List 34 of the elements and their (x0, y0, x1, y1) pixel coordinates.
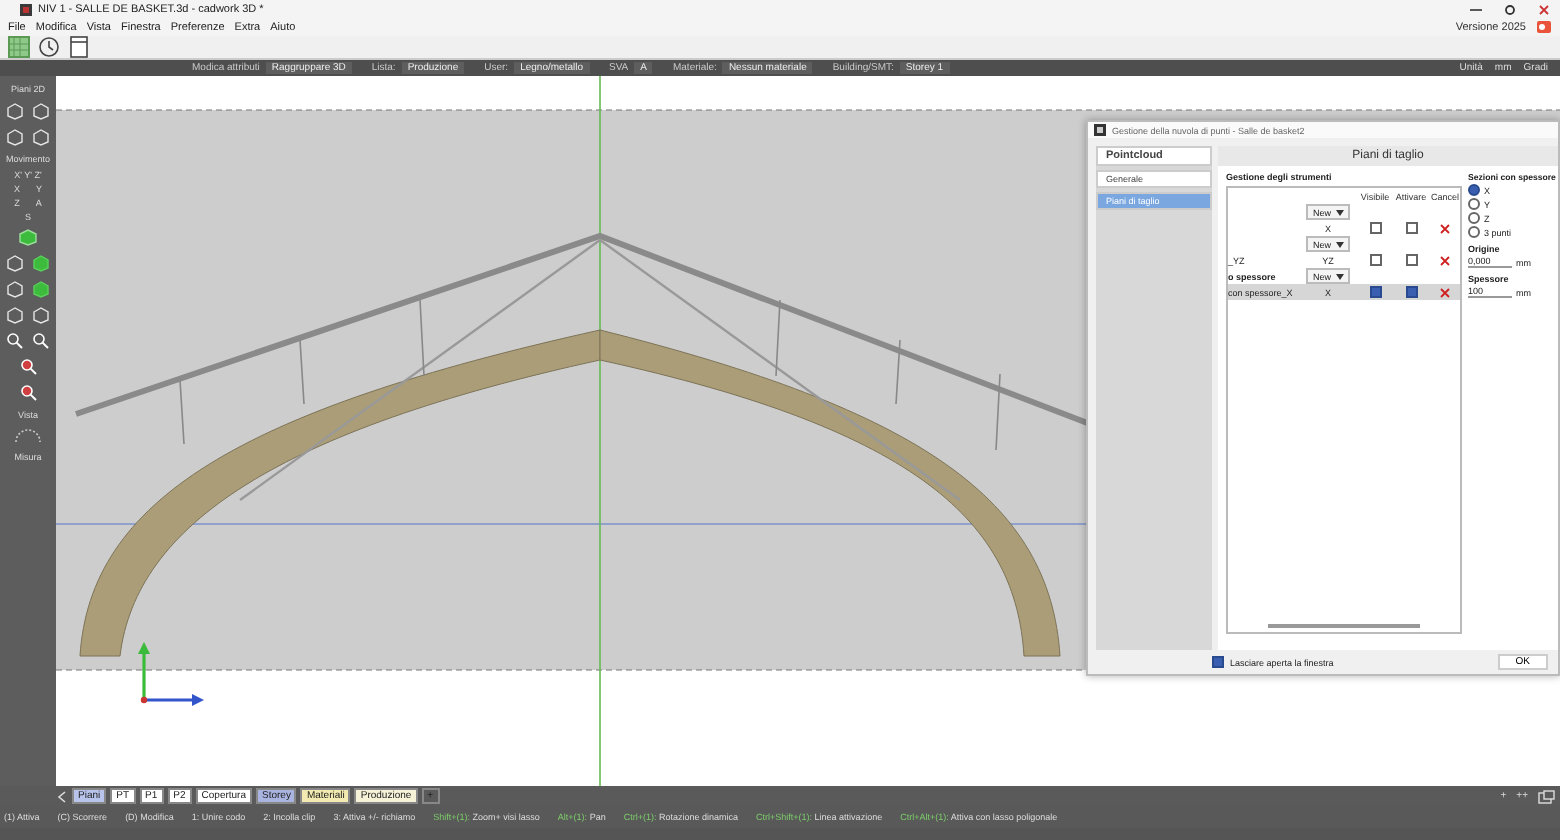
app-icon (1094, 124, 1106, 136)
badge-icon[interactable] (1536, 20, 1552, 34)
delete-icon[interactable] (1440, 223, 1450, 233)
radio-button[interactable] (1468, 184, 1480, 196)
checkbox[interactable] (1369, 254, 1381, 266)
magnifier-icon[interactable] (32, 332, 50, 350)
app-icon (20, 3, 32, 15)
chevron-left-icon[interactable] (56, 789, 68, 803)
delete-icon[interactable] (1440, 255, 1450, 265)
checkbox[interactable] (1212, 656, 1224, 668)
caret-icon[interactable] (1335, 209, 1343, 215)
arc-icon[interactable] (12, 428, 44, 444)
radio-button[interactable] (1468, 226, 1480, 238)
checkbox[interactable] (1369, 222, 1381, 234)
scrollbar[interactable] (1268, 624, 1420, 628)
magnifier-icon[interactable] (6, 332, 24, 350)
checkbox[interactable] (1405, 254, 1417, 266)
delete-icon[interactable] (1440, 287, 1450, 297)
caret-icon[interactable] (1335, 273, 1343, 279)
checkbox[interactable] (1405, 222, 1417, 234)
cube-icon[interactable] (16, 228, 40, 246)
close-icon[interactable] (1536, 3, 1552, 15)
minimize-icon[interactable] (1468, 3, 1484, 15)
axis-gizmo-drawing (138, 642, 204, 706)
checkbox[interactable] (1369, 286, 1381, 298)
checkbox[interactable] (1405, 286, 1417, 298)
caret-icon[interactable] (1335, 241, 1343, 247)
radio-button[interactable] (1468, 198, 1480, 210)
clock-icon[interactable] (38, 36, 60, 58)
magnifier-icon[interactable] (19, 384, 37, 402)
windows-icon[interactable] (1538, 789, 1556, 803)
document-icon[interactable] (68, 36, 90, 58)
radio-button[interactable] (1468, 212, 1480, 224)
magnifier-icon[interactable] (19, 358, 37, 376)
